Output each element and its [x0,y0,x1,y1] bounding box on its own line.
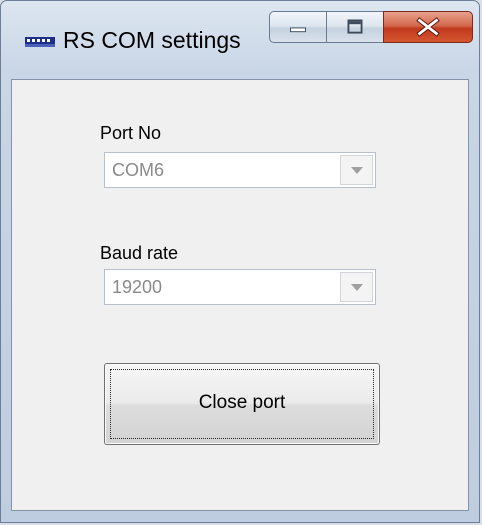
client-area: Port No COM6 Baud rate 19200 Close port [11,79,469,511]
minimize-button[interactable] [269,11,327,43]
window-title: RS COM settings [63,27,241,53]
title-bar[interactable]: RS COM settings [1,1,479,79]
port-select[interactable]: COM6 [104,152,376,188]
chevron-down-icon [351,284,363,291]
close-port-button[interactable]: Close port [104,363,380,445]
chevron-down-icon [351,167,363,174]
close-port-label: Close port [198,392,286,413]
minimize-icon [290,27,306,33]
settings-window: RS COM settings Port No COM6 Baud rate 1… [0,0,480,523]
baud-dropdown-button[interactable] [340,272,373,302]
port-label: Port No [100,123,162,143]
maximize-button[interactable] [326,11,384,43]
serial-port-icon [25,37,55,47]
caption-buttons [269,11,474,45]
baud-value: 19200 [112,277,163,297]
maximize-icon [347,19,363,34]
baud-select[interactable]: 19200 [104,269,376,305]
close-icon [416,17,440,37]
port-value: COM6 [112,160,165,180]
close-window-button[interactable] [383,11,473,43]
port-dropdown-button[interactable] [340,155,373,185]
baud-label: Baud rate [100,243,179,263]
